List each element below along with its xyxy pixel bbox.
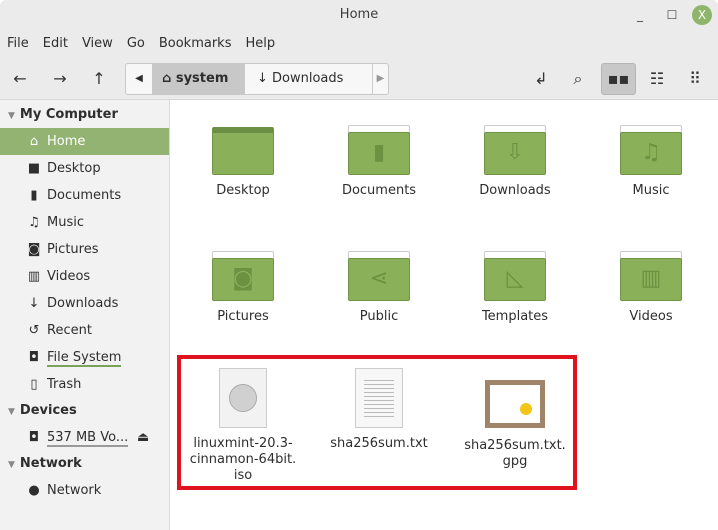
arrow-up-icon: ↑ xyxy=(92,69,106,88)
close-button[interactable]: X xyxy=(692,5,712,25)
compact-view-button[interactable]: ⠿ xyxy=(680,64,710,94)
minimize-button[interactable]: _ xyxy=(630,5,650,25)
section-devices[interactable]: ▼ Devices xyxy=(0,398,169,424)
pictures-folder-icon: ◙ xyxy=(212,251,274,301)
folder-music[interactable]: ♫ Music xyxy=(586,125,716,199)
section-my-computer[interactable]: ▼ My Computer xyxy=(0,102,169,128)
icon-view-button[interactable]: ▪▪ xyxy=(601,63,636,95)
folder-documents[interactable]: ▮ Documents xyxy=(314,125,444,199)
home-icon: ⌂ xyxy=(29,134,39,149)
history-icon: ↺ xyxy=(28,323,40,338)
arrow-left-icon: ← xyxy=(13,69,27,88)
path-scroll-right[interactable]: ▶ xyxy=(372,64,388,94)
location-icon: ↲ xyxy=(534,69,548,88)
documents-folder-icon: ▮ xyxy=(348,125,410,175)
menu-edit[interactable]: Edit xyxy=(43,30,68,58)
expander-icon: ▼ xyxy=(8,460,15,470)
menu-go[interactable]: Go xyxy=(127,30,145,58)
drive-icon: ◘ xyxy=(28,350,40,365)
section-network[interactable]: ▼ Network xyxy=(0,451,169,477)
list-view-button[interactable]: ☷ xyxy=(642,64,672,94)
path-scroll-left[interactable]: ◀ xyxy=(126,64,152,94)
public-folder-icon: ⋖ xyxy=(348,251,410,301)
folder-pictures[interactable]: ◙ Pictures xyxy=(178,251,308,325)
expander-icon: ▼ xyxy=(8,111,15,121)
path-bar: ◀ ⌂ system ↓ Downloads ▶ xyxy=(125,63,389,95)
path-segment-system[interactable]: ⌂ system xyxy=(152,64,245,94)
menu-bookmarks[interactable]: Bookmarks xyxy=(159,30,232,58)
window-title: Home xyxy=(339,7,379,22)
trash-icon: ▯ xyxy=(30,377,38,392)
folder-templates[interactable]: ◺ Templates xyxy=(450,251,580,325)
templates-folder-icon: ◺ xyxy=(484,251,546,301)
downloads-folder-icon: ⇩ xyxy=(484,125,546,175)
desktop-folder-icon xyxy=(212,125,274,175)
videos-folder-icon: ▥ xyxy=(620,251,682,301)
menu-file[interactable]: File xyxy=(7,30,29,58)
sidebar-item-recent[interactable]: ↺ Recent xyxy=(0,317,169,344)
sidebar-item-trash[interactable]: ▯ Trash xyxy=(0,371,169,398)
back-button[interactable]: ← xyxy=(5,64,35,94)
sidebar-item-pictures[interactable]: ◙ Pictures xyxy=(0,236,169,263)
menu-bar: File Edit View Go Bookmarks Help xyxy=(0,30,718,58)
expander-icon: ▼ xyxy=(8,407,15,417)
sidebar-item-network[interactable]: ● Network xyxy=(0,477,169,504)
arrow-right-icon: → xyxy=(53,69,67,88)
path-segment-downloads[interactable]: ↓ Downloads xyxy=(245,64,372,94)
highlight-box xyxy=(177,355,577,490)
compact-icon: ⠿ xyxy=(689,69,701,88)
drive-icon: ◘ xyxy=(28,430,40,445)
title-bar: Home _ ☐ X xyxy=(0,0,718,30)
home-icon: ⌂ xyxy=(162,71,176,86)
folder-public[interactable]: ⋖ Public xyxy=(314,251,444,325)
download-icon: ↓ xyxy=(28,296,40,311)
music-folder-icon: ♫ xyxy=(620,125,682,175)
up-button[interactable]: ↑ xyxy=(84,64,114,94)
eject-icon[interactable]: ⏏ xyxy=(137,424,149,451)
sidebar-item-volume[interactable]: ◘ 537 MB Vo... ⏏ xyxy=(0,424,169,451)
maximize-button[interactable]: ☐ xyxy=(662,5,682,25)
music-icon: ♫ xyxy=(28,215,40,230)
grid-icon: ▪▪ xyxy=(607,69,630,88)
sidebar-item-documents[interactable]: ▮ Documents xyxy=(0,182,169,209)
globe-icon: ● xyxy=(28,483,40,498)
sidebar-item-music[interactable]: ♫ Music xyxy=(0,209,169,236)
film-icon: ▥ xyxy=(27,269,41,284)
toolbar: ← → ↑ ◀ ⌂ system ↓ Downloads ▶ ↲ ⌕ ▪▪ ☷ … xyxy=(0,58,718,100)
desktop-icon: ■ xyxy=(27,161,41,176)
sidebar-item-file-system[interactable]: ◘ File System xyxy=(0,344,169,371)
sidebar-item-videos[interactable]: ▥ Videos xyxy=(0,263,169,290)
download-icon: ↓ xyxy=(257,71,273,86)
search-icon: ⌕ xyxy=(573,69,583,88)
list-icon: ☷ xyxy=(649,69,665,88)
folder-downloads[interactable]: ⇩ Downloads xyxy=(450,125,580,199)
folder-videos[interactable]: ▥ Videos xyxy=(586,251,716,325)
search-button[interactable]: ⌕ xyxy=(563,64,593,94)
camera-icon: ◙ xyxy=(27,242,41,257)
sidebar-item-desktop[interactable]: ■ Desktop xyxy=(0,155,169,182)
forward-button[interactable]: → xyxy=(45,64,75,94)
menu-help[interactable]: Help xyxy=(245,30,275,58)
sidebar: ▼ My Computer ⌂ Home ■ Desktop ▮ Documents ♫… xyxy=(0,100,170,530)
folder-desktop[interactable]: Desktop xyxy=(178,125,308,199)
sidebar-item-downloads[interactable]: ↓ Downloads xyxy=(0,290,169,317)
menu-view[interactable]: View xyxy=(82,30,113,58)
sidebar-item-home[interactable]: ⌂ Home xyxy=(0,128,169,155)
document-icon: ▮ xyxy=(30,188,38,203)
toggle-location-button[interactable]: ↲ xyxy=(526,64,556,94)
